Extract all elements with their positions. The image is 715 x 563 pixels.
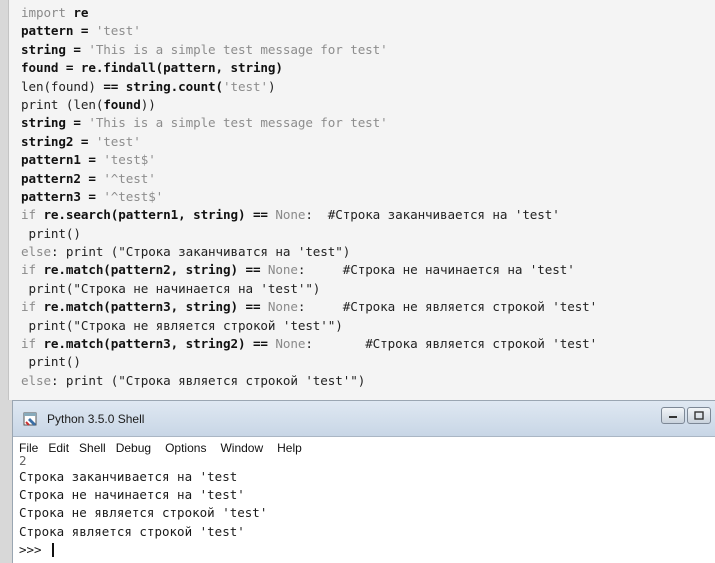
code-token: if (21, 336, 44, 352)
code-line: else: print ("Строка заканчиватся на 'te… (21, 243, 597, 261)
code-token: : print ("Строка является строкой 'test'… (50, 372, 366, 388)
code-token: print (len( (21, 96, 104, 112)
code-token: == string.count( (103, 78, 224, 94)
code-line: found = re.findall(pattern, string) (21, 59, 597, 77)
code-token: if (21, 207, 44, 223)
code-token: print("Строка не является строкой 'test'… (21, 317, 343, 333)
code-token: re.match(pattern3, string2) == (43, 336, 268, 352)
output-line: Строка не является строкой 'test' (19, 505, 268, 521)
code-token: ) (267, 78, 276, 94)
code-token: string2 = (21, 133, 96, 149)
code-token: '^test$' (103, 188, 164, 204)
code-line: else: print ("Строка является строкой 't… (21, 372, 597, 390)
code-token: 'test$' (103, 152, 156, 168)
shell-prompt: >>> (19, 541, 50, 557)
code-token: re.search(pattern1, string) == (43, 207, 268, 223)
code-token: if (21, 262, 44, 278)
code-token: 'test' (95, 133, 141, 149)
menu-debug[interactable]: Debug (116, 441, 151, 455)
code-token: None (267, 336, 306, 352)
code-token: if (21, 299, 44, 315)
code-token: '^test' (103, 170, 156, 186)
code-token: print() (21, 225, 81, 241)
code-token: pattern = (21, 23, 96, 39)
code-token: pattern3 = (21, 188, 104, 204)
maximize-icon (694, 411, 704, 420)
shell-titlebar[interactable]: Python 3.5.0 Shell (13, 401, 715, 437)
python-shell-window: Python 3.5.0 Shell File Edit Shell Debug… (12, 400, 715, 563)
menu-options[interactable]: Options (165, 441, 206, 455)
code-token: else (21, 372, 51, 388)
code-line: string = 'This is a simple test message … (21, 41, 597, 59)
output-line: Строка заканчивается на 'test (19, 469, 238, 484)
code-token: found (103, 96, 141, 112)
code-token: re.match(pattern2, string) == (43, 262, 261, 278)
code-token: pattern1 = (21, 152, 104, 168)
shell-output[interactable]: 2 Строка заканчивается на 'test Строка н… (19, 453, 268, 559)
code-token: None (267, 207, 306, 223)
code-line: print("Строка не начинается на 'test'") (21, 280, 597, 298)
code-token: re.match(pattern3, string) == (43, 299, 261, 315)
code-token: )) (140, 96, 156, 112)
code-token: found = re.findall(pattern, string) (21, 60, 283, 76)
code-token: print("Строка не начинается на 'test'") (21, 280, 321, 296)
code-token: 'test' (95, 23, 141, 39)
menu-window[interactable]: Window (220, 441, 263, 455)
code-line: import re (21, 4, 597, 22)
code-line: if re.match(pattern2, string) == None: #… (21, 261, 597, 279)
code-token: string = (21, 41, 89, 57)
code-line: print (len(found)) (21, 96, 597, 114)
shell-prompt-line[interactable]: >>> (19, 541, 267, 559)
code-line: if re.search(pattern1, string) == None: … (21, 206, 597, 224)
code-line: pattern2 = '^test' (21, 170, 597, 188)
code-line: print() (21, 353, 597, 371)
text-cursor (52, 542, 55, 557)
menu-edit[interactable]: Edit (48, 441, 69, 455)
code-line: string2 = 'test' (21, 133, 597, 151)
code-line: if re.match(pattern3, string2) == None: … (21, 335, 597, 353)
code-token: 'This is a simple test message for test' (88, 41, 388, 57)
code-line: pattern3 = '^test$' (21, 188, 597, 206)
maximize-button[interactable] (687, 407, 711, 424)
window-controls (661, 407, 711, 424)
code-token: print() (21, 354, 81, 370)
code-token: : #Строка не является строкой 'test' (297, 299, 598, 315)
menu-help[interactable]: Help (277, 441, 302, 455)
code-token: : print ("Строка заканчиватся на 'test") (50, 244, 351, 260)
code-line: pattern1 = 'test$' (21, 151, 597, 169)
code-token: None (260, 299, 298, 315)
python-shell-icon (23, 412, 39, 427)
code-token: string = (21, 115, 89, 131)
code-lines: import re pattern = 'test' string = 'This … (21, 4, 597, 390)
minimize-button[interactable] (661, 407, 685, 424)
code-token: : #Строка заканчивается на 'test' (305, 207, 560, 223)
code-line: print() (21, 225, 597, 243)
code-line: pattern = 'test' (21, 22, 597, 40)
code-line: len(found) == string.count('test') (21, 78, 597, 96)
code-token: len(found) (21, 78, 104, 94)
code-token: : #Строка не начинается на 'test' (297, 262, 575, 278)
code-token: 'This is a simple test message for test' (88, 115, 388, 131)
window-title: Python 3.5.0 Shell (47, 412, 145, 426)
code-line: string = 'This is a simple test message … (21, 114, 597, 132)
code-token: 'test' (223, 78, 268, 94)
code-token: : #Строка является строкой 'test' (305, 336, 598, 352)
output-line: Строка не начинается на 'test' (19, 487, 245, 503)
code-token: pattern2 = (21, 170, 104, 186)
code-token: else (21, 244, 51, 260)
code-token: None (260, 262, 298, 278)
code-token: re (73, 5, 89, 20)
code-editor[interactable]: import re pattern = 'test' string = 'This … (8, 0, 715, 400)
code-line: if re.match(pattern3, string) == None: #… (21, 298, 597, 316)
output-line: Строка является строкой 'test' (19, 523, 245, 539)
output-line: 2 (19, 453, 27, 468)
menu-shell[interactable]: Shell (79, 441, 106, 455)
minimize-icon (669, 415, 677, 418)
code-line: print("Строка не является строкой 'test'… (21, 317, 597, 335)
code-token: import (21, 5, 74, 20)
